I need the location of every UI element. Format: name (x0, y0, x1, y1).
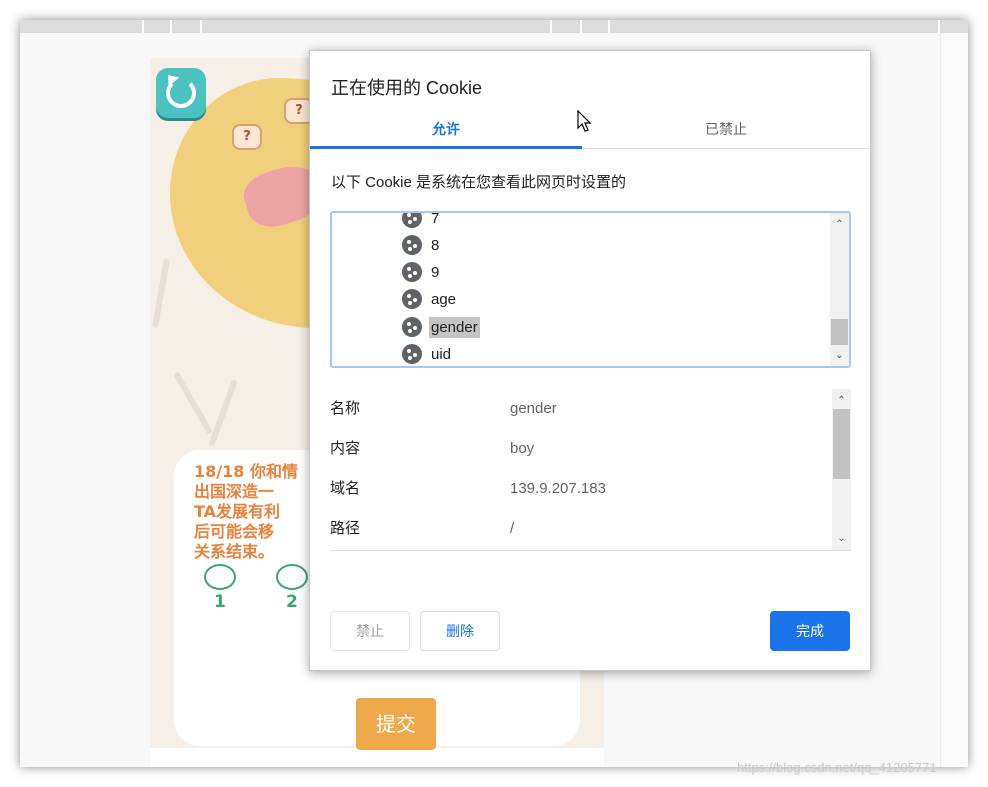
tab-blocked[interactable]: 已禁止 (582, 115, 870, 149)
cookies-dialog: 正在使用的 Cookie 允许 已禁止 以下 Cookie 是系统在您查看此网页… (309, 50, 871, 671)
option-label-2: 2 (286, 592, 298, 612)
delete-button[interactable]: 删除 (420, 611, 500, 651)
detail-row-path: 路径 / (330, 509, 830, 549)
cookie-item-8[interactable]: 8 (402, 232, 441, 258)
block-button[interactable]: 禁止 (330, 611, 410, 651)
page-scrollbar[interactable] (940, 33, 968, 767)
cookie-name: 8 (431, 236, 440, 254)
cookie-item-uid[interactable]: uid (402, 341, 453, 366)
cookie-item-gender[interactable]: gender (402, 314, 480, 340)
cookie-name: 9 (431, 263, 440, 281)
cookie-icon (402, 344, 422, 364)
window-top-bar (20, 20, 968, 33)
dialog-title: 正在使用的 Cookie (331, 78, 483, 98)
option-circle-1[interactable] (204, 564, 236, 590)
scrollbar-thumb[interactable] (831, 319, 848, 345)
cookie-tree[interactable]: 7 8 9 age gender uid ⌃ ⌄ (330, 211, 851, 368)
dialog-description: 以下 Cookie 是系统在您查看此网页时设置的 (331, 174, 627, 191)
watermark: https://blog.csdn.net/qq_41205771 (737, 760, 937, 775)
option-label-1: 1 (214, 592, 226, 612)
cookie-item-9[interactable]: 9 (402, 259, 441, 285)
cookie-icon (402, 262, 422, 282)
detail-value: boy (510, 440, 535, 457)
chevron-up-icon[interactable]: ⌃ (836, 395, 847, 407)
detail-row-content: 内容 boy (330, 429, 830, 469)
detail-key: 路径 (330, 520, 361, 537)
done-button[interactable]: 完成 (770, 611, 850, 651)
leaf-decoration (208, 379, 238, 447)
detail-row-name: 名称 gender (330, 389, 830, 429)
refresh-icon[interactable] (156, 68, 206, 118)
chevron-up-icon[interactable]: ⌃ (834, 219, 845, 231)
question-text: 18/18 你和情 出国深造一 TA发展有利 后可能会移 关系结束。 (194, 462, 298, 561)
question-bubble: ? (232, 124, 262, 150)
cookie-icon (402, 289, 422, 309)
detail-row-domain: 域名 139.9.207.183 (330, 469, 830, 509)
detail-value: gender (510, 400, 557, 417)
scrollbar-thumb[interactable] (833, 409, 850, 479)
detail-key: 内容 (330, 440, 361, 457)
cookie-name: uid (431, 345, 452, 363)
detail-key: 域名 (330, 480, 361, 497)
cookie-icon (402, 317, 422, 337)
detail-key: 名称 (330, 400, 361, 417)
cookie-icon (402, 213, 422, 228)
cookie-icon (402, 235, 422, 255)
detail-value: / (510, 520, 515, 537)
chevron-down-icon[interactable]: ⌄ (836, 533, 847, 545)
leaf-decoration (151, 258, 171, 328)
leaf-decoration (172, 371, 214, 435)
cookie-list-scrollbar[interactable]: ⌃ ⌄ (830, 213, 849, 366)
cookie-name: age (431, 290, 457, 308)
cookie-name: gender (429, 316, 480, 338)
chevron-down-icon[interactable]: ⌄ (834, 350, 845, 362)
detail-value: 139.9.207.183 (510, 480, 606, 497)
cookie-details: 名称 gender 内容 boy 域名 139.9.207.183 路径 / ⌃… (330, 389, 851, 551)
cookie-item-age[interactable]: age (402, 286, 458, 312)
details-scrollbar[interactable]: ⌃ ⌄ (832, 389, 851, 550)
submit-button[interactable]: 提交 (356, 698, 436, 750)
cookie-item-7[interactable]: 7 (402, 211, 441, 231)
option-circle-2[interactable] (276, 564, 308, 590)
cookie-name: 7 (431, 211, 440, 227)
tab-allowed[interactable]: 允许 (310, 115, 582, 149)
